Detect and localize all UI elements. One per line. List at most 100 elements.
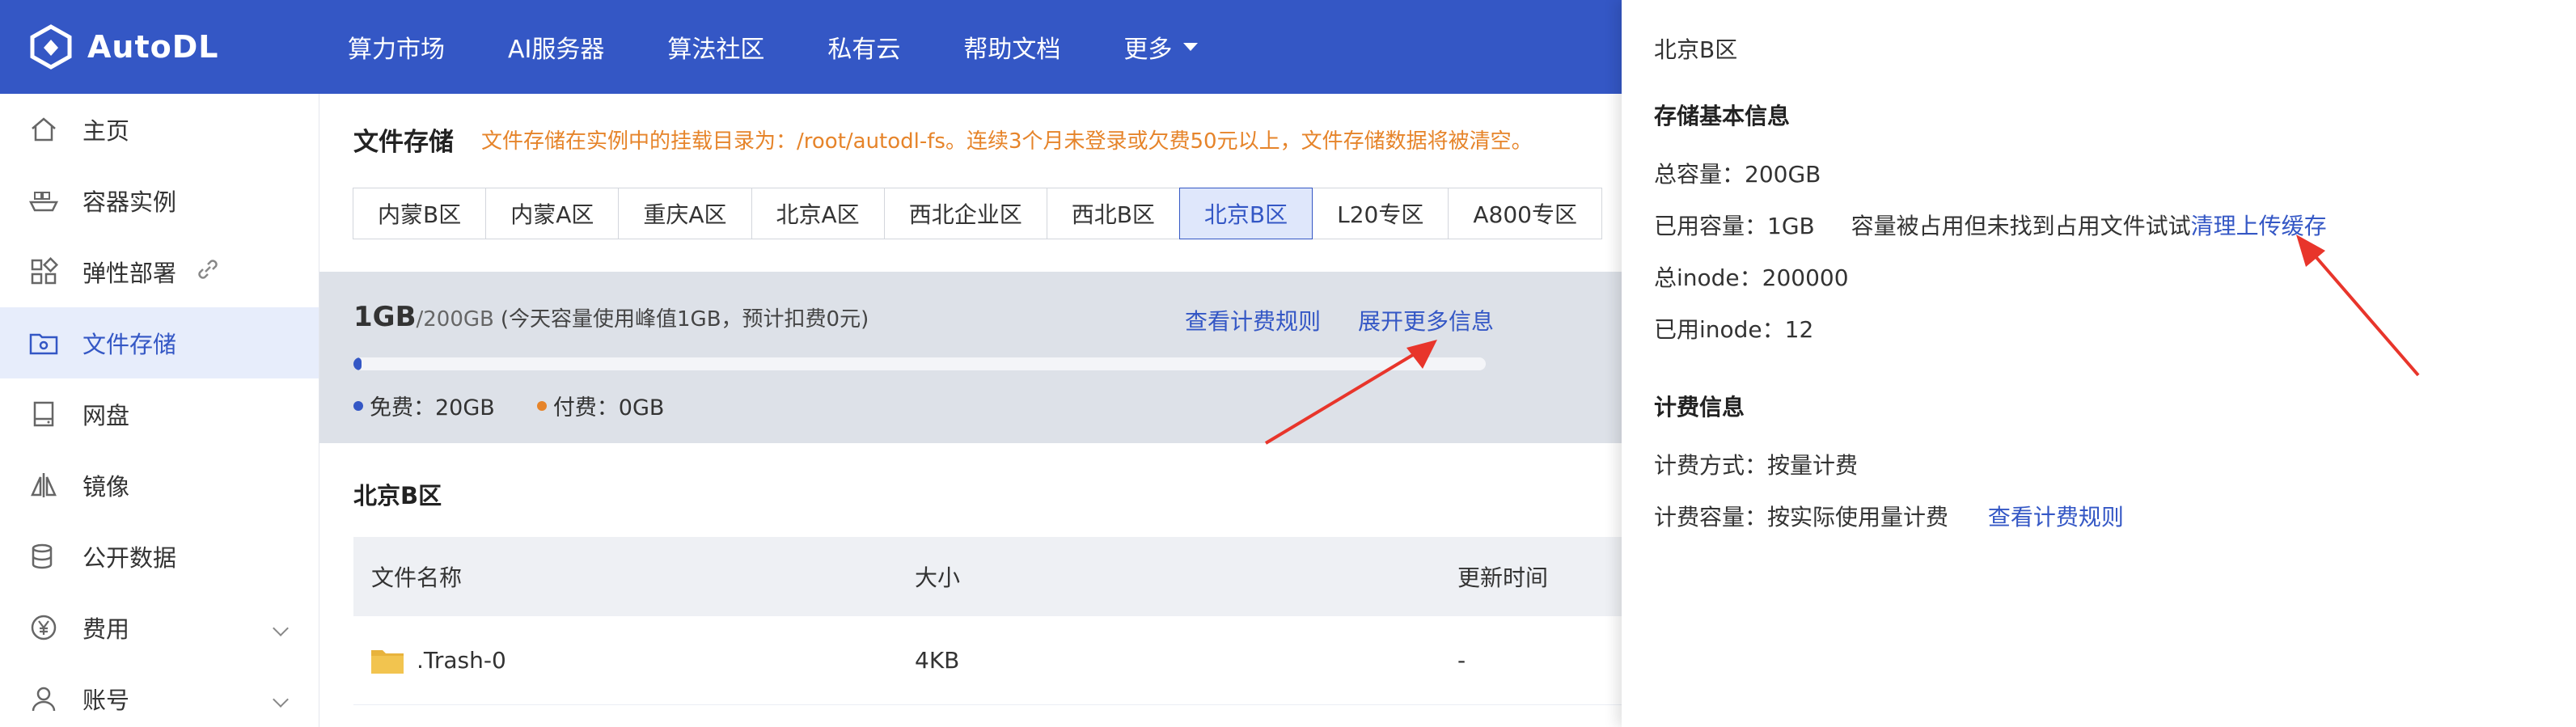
storage-detail-panel: 北京B区 存储基本信息 总容量：200GB 已用容量：1GB 容量被占用但未找到… xyxy=(1622,0,2576,727)
storage-usage-card: 1GB /200GB (今天容量使用峰值1GB，预计扣费0元) 查看计费规则 展… xyxy=(319,272,1622,443)
sidebar-item-label: 网盘 xyxy=(82,402,130,429)
billing-info-heading: 计费信息 xyxy=(1654,394,1745,421)
occupied-note: 容量被占用但未找到占用文件试试 xyxy=(1851,213,2191,239)
nav-help-docs[interactable]: 帮助文档 xyxy=(963,29,1060,65)
panel-region: 北京B区 xyxy=(1654,36,1738,63)
sidebar-item-container-instances[interactable]: 容器实例 xyxy=(0,165,319,236)
tab-region[interactable]: 北京A区 xyxy=(751,188,885,239)
nav-menu: 算力市场 AI服务器 算法社区 私有云 帮助文档 更多 xyxy=(348,29,1261,65)
sidebar: 主页 容器实例 弹性部署 文件存储 网盘 镜像 公开数据 费用 账号 xyxy=(0,94,319,727)
autodl-logo-icon xyxy=(27,23,74,70)
billing-capacity: 计费容量：按实际使用量计费 xyxy=(1654,504,1949,530)
home-icon xyxy=(27,113,60,146)
table-row[interactable]: .Trash-0 4KB - xyxy=(353,616,1622,705)
annotation-arrow-icon xyxy=(2296,235,2420,377)
database-icon xyxy=(27,540,60,573)
tab-region-active[interactable]: 北京B区 xyxy=(1178,188,1313,239)
user-icon xyxy=(27,683,60,715)
total-capacity: 总容量：200GB xyxy=(1654,161,1821,188)
file-list-title: 北京B区 xyxy=(353,482,442,509)
brand-name: AutoDL xyxy=(87,29,219,65)
tab-region[interactable]: L20专区 xyxy=(1312,188,1449,239)
disk-icon xyxy=(27,398,60,430)
sidebar-item-label: 账号 xyxy=(82,687,130,714)
tab-region[interactable]: 内蒙B区 xyxy=(353,188,487,239)
tab-region[interactable]: 西北B区 xyxy=(1046,188,1180,239)
sidebar-item-public-data[interactable]: 公开数据 xyxy=(0,521,319,592)
free-dot-icon xyxy=(353,400,363,411)
tab-region[interactable]: 重庆A区 xyxy=(618,188,752,239)
container-ship-icon xyxy=(27,184,60,217)
used-inode: 已用inode：12 xyxy=(1654,316,1814,343)
legend-paid-label: 付费：0GB xyxy=(552,395,665,421)
billing-method: 计费方式：按量计费 xyxy=(1654,452,1859,479)
mirror-icon xyxy=(27,469,60,501)
sidebar-item-home[interactable]: 主页 xyxy=(0,94,319,165)
file-name-cell[interactable]: .Trash-0 xyxy=(371,647,506,674)
sidebar-item-images[interactable]: 镜像 xyxy=(0,450,319,521)
used-capacity-row: 已用容量：1GB 容量被占用但未找到占用文件试试清理上传缓存 xyxy=(1654,209,2327,241)
main-content: 文件存储 文件存储在实例中的挂载目录为：/root/autodl-fs。连续3个… xyxy=(319,94,1622,727)
legend-free-label: 免费：20GB xyxy=(370,395,495,421)
tab-region[interactable]: 内蒙A区 xyxy=(485,188,620,239)
nav-more[interactable]: 更多 xyxy=(1123,29,1199,65)
sidebar-item-billing[interactable]: 费用 xyxy=(0,592,319,663)
clean-upload-cache-link[interactable]: 清理上传缓存 xyxy=(2191,213,2327,239)
sidebar-item-label: 公开数据 xyxy=(82,544,177,572)
sidebar-item-elastic-deploy[interactable]: 弹性部署 xyxy=(0,236,319,307)
region-tabs: 内蒙B区 内蒙A区 重庆A区 北京A区 西北企业区 西北B区 北京B区 L20专… xyxy=(353,188,1602,239)
sidebar-item-file-storage[interactable]: 文件存储 xyxy=(0,307,319,378)
sidebar-item-label: 容器实例 xyxy=(82,188,177,216)
sidebar-item-label: 镜像 xyxy=(82,473,130,501)
usage-legend: 免费：20GB 付费：0GB xyxy=(353,390,664,421)
sidebar-item-account[interactable]: 账号 xyxy=(0,663,319,727)
caret-down-icon xyxy=(1183,43,1199,51)
nav-ai-server[interactable]: AI服务器 xyxy=(508,29,604,65)
grid-icon xyxy=(27,256,60,288)
page-title: 文件存储 xyxy=(353,128,454,157)
folder-icon xyxy=(371,648,404,674)
used-capacity: 已用容量：1GB xyxy=(1654,213,1815,239)
column-header-size[interactable]: 大小 xyxy=(915,560,960,593)
chevron-down-icon xyxy=(273,620,289,636)
nav-more-label: 更多 xyxy=(1123,36,1173,64)
file-name: .Trash-0 xyxy=(417,647,506,674)
billing-rules-link[interactable]: 查看计费规则 xyxy=(1185,304,1321,336)
expand-info-link[interactable]: 展开更多信息 xyxy=(1358,304,1494,336)
column-header-name[interactable]: 文件名称 xyxy=(371,560,462,593)
section-header: 文件存储 文件存储在实例中的挂载目录为：/root/autodl-fs。连续3个… xyxy=(353,121,1533,158)
file-size: 4KB xyxy=(915,647,960,674)
chevron-down-icon xyxy=(273,691,289,708)
brand-logo[interactable]: AutoDL xyxy=(27,23,319,70)
yen-icon xyxy=(27,611,60,644)
folder-gear-icon xyxy=(27,327,60,359)
billing-capacity-row: 计费容量：按实际使用量计费 查看计费规则 xyxy=(1654,500,2124,532)
billing-rules-link[interactable]: 查看计费规则 xyxy=(1988,504,2124,530)
tab-region[interactable]: A800专区 xyxy=(1448,188,1602,239)
used-amount: 1GB xyxy=(353,301,417,333)
card-links: 查看计费规则 展开更多信息 xyxy=(1185,304,1494,336)
sidebar-item-label: 文件存储 xyxy=(82,331,177,358)
file-updated: - xyxy=(1457,647,1466,674)
usage-progress-bar xyxy=(353,357,1486,370)
legend-free: 免费：20GB xyxy=(353,390,495,421)
top-nav: AutoDL 算力市场 AI服务器 算法社区 私有云 帮助文档 更多 xyxy=(0,0,1622,94)
basic-info-heading: 存储基本信息 xyxy=(1654,103,1791,129)
column-header-updated[interactable]: 更新时间 xyxy=(1457,560,1548,593)
link-icon xyxy=(194,256,222,289)
nav-algorithm-community[interactable]: 算法社区 xyxy=(667,29,764,65)
paid-dot-icon xyxy=(536,400,547,411)
sidebar-item-label: 弹性部署 xyxy=(82,260,177,287)
usage-summary: 1GB /200GB (今天容量使用峰值1GB，预计扣费0元) xyxy=(353,301,869,333)
tab-region[interactable]: 西北企业区 xyxy=(883,188,1047,239)
mount-warning: 文件存储在实例中的挂载目录为：/root/autodl-fs。连续3个月未登录或… xyxy=(481,129,1533,154)
usage-progress-fill xyxy=(353,357,362,370)
usage-note: (今天容量使用峰值1GB，预计扣费0元) xyxy=(500,307,869,332)
sidebar-item-label: 主页 xyxy=(82,117,130,145)
nav-private-cloud[interactable]: 私有云 xyxy=(827,29,900,65)
legend-paid: 付费：0GB xyxy=(536,390,665,421)
sidebar-item-label: 费用 xyxy=(82,615,130,643)
nav-compute-market[interactable]: 算力市场 xyxy=(348,29,445,65)
sidebar-item-netdisk[interactable]: 网盘 xyxy=(0,378,319,450)
total-amount: /200GB xyxy=(416,307,494,332)
